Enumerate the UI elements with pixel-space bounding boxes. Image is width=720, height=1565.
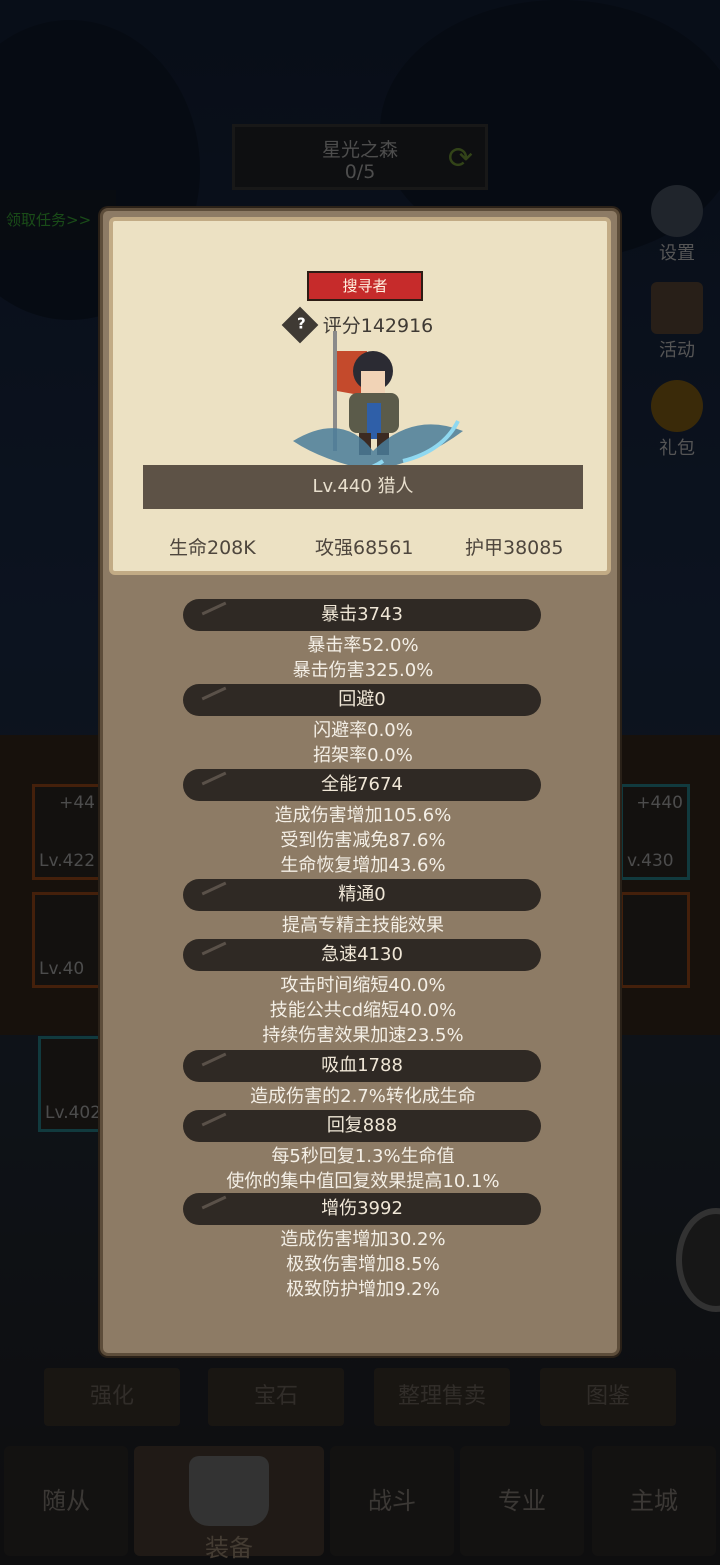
stat-line: 每5秒回复1.3%生命值 xyxy=(271,1146,455,1167)
stat-line: 招架率0.0% xyxy=(313,745,413,766)
section-damage-boost: 增伤3992 xyxy=(183,1193,541,1225)
stat-line: 技能公共cd缩短40.0% xyxy=(269,1000,457,1021)
section-lifesteal: 吸血1788 xyxy=(183,1050,541,1082)
armor-stat: 护甲38085 xyxy=(465,537,564,559)
stat-line: 造成伤害增加30.2% xyxy=(280,1229,446,1250)
stat-line: 攻击时间缩短40.0% xyxy=(280,975,446,996)
attack-stat: 攻强68561 xyxy=(315,537,414,559)
stat-line: 极致伤害增加8.5% xyxy=(286,1254,440,1275)
hp-stat: 生命208K xyxy=(169,537,256,559)
section-mastery: 精通0 xyxy=(183,879,541,911)
stat-line: 造成伤害的2.7%转化成生命 xyxy=(250,1086,476,1107)
section-versatility: 全能7674 xyxy=(183,769,541,801)
stat-line: 造成伤害增加105.6% xyxy=(274,805,452,826)
stat-line: 暴击率52.0% xyxy=(307,635,419,656)
section-evasion: 回避0 xyxy=(183,684,541,716)
section-haste: 急速4130 xyxy=(183,939,541,971)
stat-line: 闪避率0.0% xyxy=(313,720,413,741)
section-crit: 暴击3743 xyxy=(183,599,541,631)
level-class-bar: Lv.440 猎人 xyxy=(143,465,583,509)
stat-line: 提高专精主技能效果 xyxy=(282,915,444,936)
stat-line: 持续伤害效果加速23.5% xyxy=(262,1025,464,1046)
class-tag: 搜寻者 xyxy=(307,271,423,301)
stat-line: 暴击伤害325.0% xyxy=(292,660,434,681)
character-stats-popup: 搜寻者 ? 评分142916 Lv.440 猎人 生命208K 攻强68561 护… xyxy=(100,208,620,1356)
stat-line: 受到伤害减免87.6% xyxy=(280,830,446,851)
stat-line: 极致防护增加9.2% xyxy=(286,1279,440,1300)
stat-line: 使你的集中值回复效果提高10.1% xyxy=(226,1171,500,1192)
section-regen: 回复888 xyxy=(183,1110,541,1142)
character-card: 搜寻者 ? 评分142916 Lv.440 猎人 生命208K 攻强68561 护… xyxy=(109,217,611,575)
stat-line: 生命恢复增加43.6% xyxy=(280,855,446,876)
